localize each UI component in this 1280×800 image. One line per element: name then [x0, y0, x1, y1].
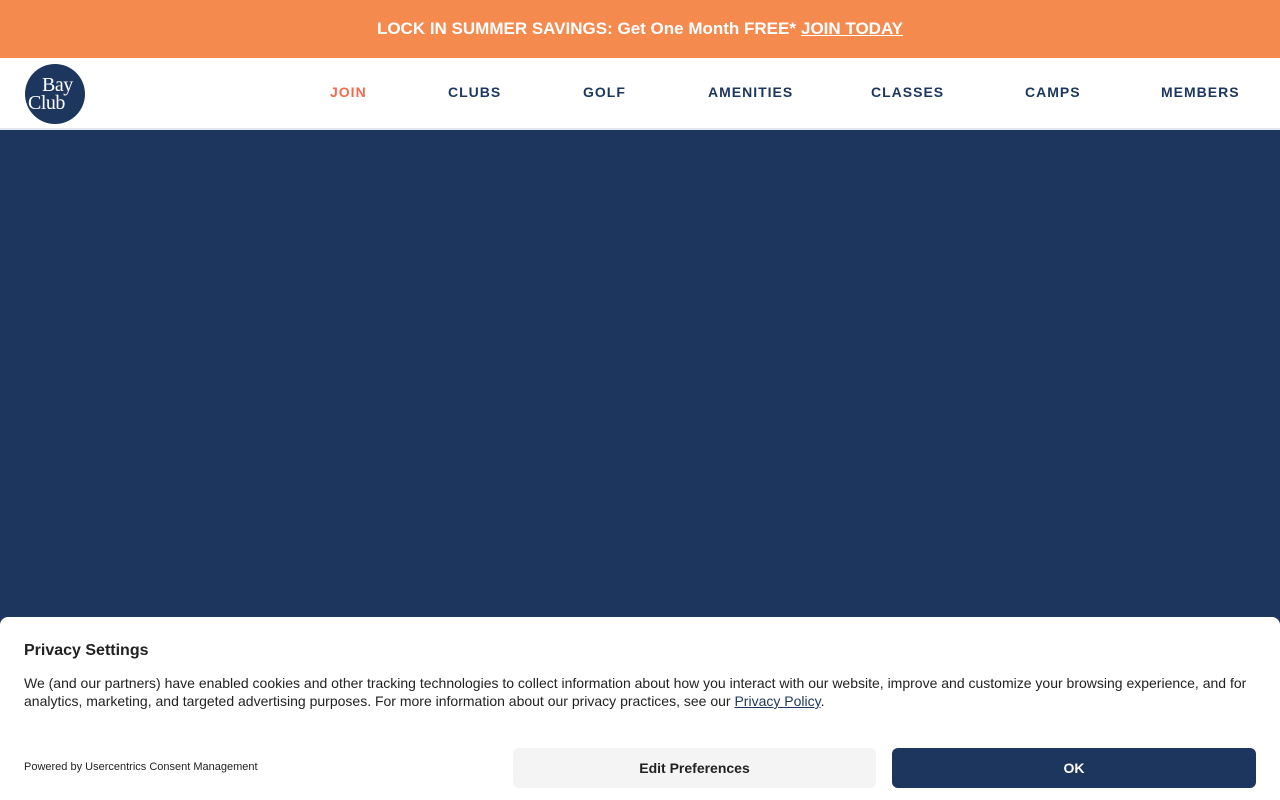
nav-item-clubs[interactable]: CLUBS: [448, 84, 501, 100]
nav-item-amenities[interactable]: AMENITIES: [708, 84, 793, 100]
nav-item-golf[interactable]: GOLF: [583, 84, 626, 100]
consent-body-text: We (and our partners) have enabled cooki…: [24, 675, 1247, 709]
logo-text-line2: Club: [28, 92, 65, 114]
nav-item-members[interactable]: MEMBERS: [1161, 84, 1240, 100]
bay-club-logo[interactable]: Bay Club: [25, 64, 85, 124]
consent-description: We (and our partners) have enabled cooki…: [24, 674, 1256, 710]
nav-item-camps[interactable]: CAMPS: [1025, 84, 1081, 100]
join-today-link[interactable]: JOIN TODAY: [801, 19, 903, 39]
nav-item-join[interactable]: JOIN: [330, 84, 367, 100]
privacy-consent-banner: Privacy Settings We (and our partners) h…: [0, 617, 1280, 800]
ok-button[interactable]: OK: [892, 748, 1256, 788]
powered-by-text: Powered by Usercentrics Consent Manageme…: [24, 761, 258, 773]
nav-item-classes[interactable]: CLASSES: [871, 84, 944, 100]
promo-banner: LOCK IN SUMMER SAVINGS: Get One Month FR…: [0, 0, 1280, 58]
consent-period: .: [820, 693, 825, 709]
privacy-policy-link[interactable]: Privacy Policy: [734, 693, 820, 709]
edit-preferences-button[interactable]: Edit Preferences: [513, 748, 876, 788]
consent-title: Privacy Settings: [24, 642, 149, 659]
promo-text: LOCK IN SUMMER SAVINGS: Get One Month FR…: [376, 19, 796, 38]
main-navigation: Bay Club JOIN CLUBS GOLF AMENITIES CLASS…: [0, 58, 1280, 130]
